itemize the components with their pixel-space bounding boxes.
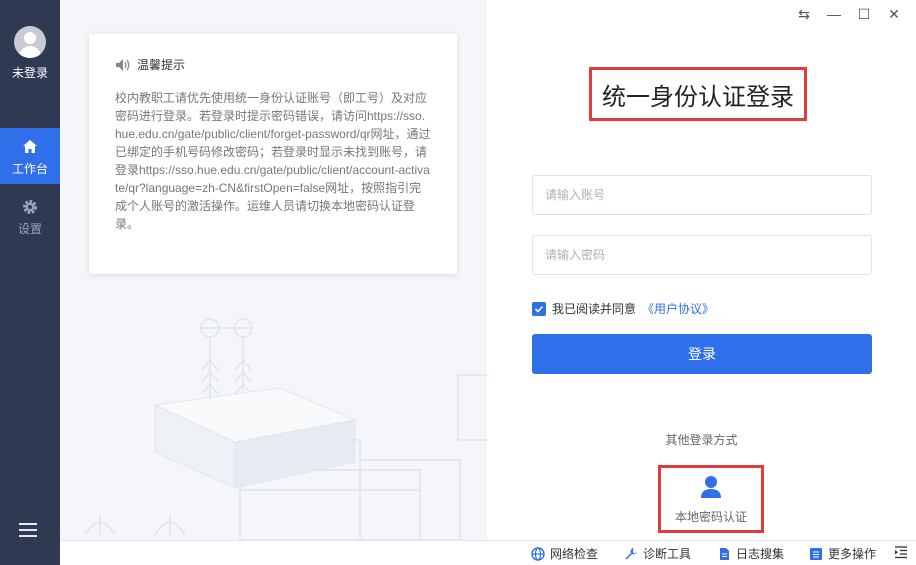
info-area: 温馨提示 校内教职工请优先使用统一身份认证账号（即工号）及对应密码进行登录。若登… xyxy=(60,0,487,540)
status-bar: 网络检查 诊断工具 日志搜集 更多操作 xyxy=(60,540,916,565)
switch-icon[interactable]: ⇆ xyxy=(796,6,812,22)
sidebar-item-workbench[interactable]: 工作台 xyxy=(0,128,60,184)
tip-card: 温馨提示 校内教职工请优先使用统一身份认证账号（即工号）及对应密码进行登录。若登… xyxy=(89,34,457,274)
wrench-icon xyxy=(625,547,637,559)
tip-body: 校内教职工请优先使用统一身份认证账号（即工号）及对应密码进行登录。若登录时提示密… xyxy=(115,91,431,231)
more-actions-button[interactable]: 更多操作 xyxy=(809,545,876,562)
home-icon xyxy=(23,140,37,153)
checkmark-icon xyxy=(534,305,544,313)
diagnostic-tools-button[interactable]: 诊断工具 xyxy=(624,545,691,562)
agreement-text: 我已阅读并同意 xyxy=(552,302,637,316)
log-collect-label: 日志搜集 xyxy=(736,547,785,561)
login-button[interactable]: 登录 xyxy=(532,334,872,374)
other-login-methods-label: 其他登录方式 xyxy=(665,433,738,447)
local-auth-label: 本地密码认证 xyxy=(674,510,747,524)
network-check-label: 网络检查 xyxy=(550,547,599,561)
minimize-button[interactable]: — xyxy=(826,6,842,22)
user-status-label: 未登录 xyxy=(11,66,48,80)
sidebar: 未登录 工作台 设置 xyxy=(0,0,60,565)
login-title: 统一身份认证登录 xyxy=(589,67,807,121)
diagnostic-tools-label: 诊断工具 xyxy=(643,547,692,561)
password-input[interactable] xyxy=(532,235,872,275)
globe-icon xyxy=(531,546,545,561)
account-input[interactable] xyxy=(532,175,872,215)
user-agreement-link[interactable]: 《用户协议》 xyxy=(642,300,714,317)
sidebar-item-settings[interactable]: 设置 xyxy=(0,188,60,244)
list-icon xyxy=(810,547,822,560)
log-collect-button[interactable]: 日志搜集 xyxy=(717,545,784,562)
tip-title: 温馨提示 xyxy=(137,58,186,72)
indent-icon xyxy=(895,546,907,559)
more-actions-label: 更多操作 xyxy=(828,547,877,561)
tip-header: 温馨提示 xyxy=(115,56,431,73)
collapse-panel-button[interactable] xyxy=(894,545,908,559)
user-icon xyxy=(701,476,721,498)
window-controls: ⇆ — ☐ ✕ xyxy=(796,6,902,23)
close-button[interactable]: ✕ xyxy=(886,6,902,22)
gear-icon xyxy=(23,200,37,214)
hamburger-menu-icon[interactable] xyxy=(19,523,37,537)
sidebar-item-label: 设置 xyxy=(17,222,42,236)
login-panel: ⇆ — ☐ ✕ 统一身份认证登录 我已阅读并同意 《用户协议》 登录 其他登录方… xyxy=(487,0,916,540)
document-icon xyxy=(720,547,729,560)
sidebar-item-label: 工作台 xyxy=(11,162,48,176)
user-profile[interactable]: 未登录 xyxy=(0,26,60,81)
maximize-button[interactable]: ☐ xyxy=(856,6,872,22)
agreement-row: 我已阅读并同意 《用户协议》 xyxy=(532,300,714,317)
avatar[interactable] xyxy=(14,26,46,58)
local-password-auth-button[interactable]: 本地密码认证 xyxy=(658,465,764,533)
agreement-checkbox[interactable] xyxy=(532,301,546,316)
campus-illustration xyxy=(84,318,487,540)
network-check-button[interactable]: 网络检查 xyxy=(531,545,598,562)
speaker-icon xyxy=(116,58,130,71)
